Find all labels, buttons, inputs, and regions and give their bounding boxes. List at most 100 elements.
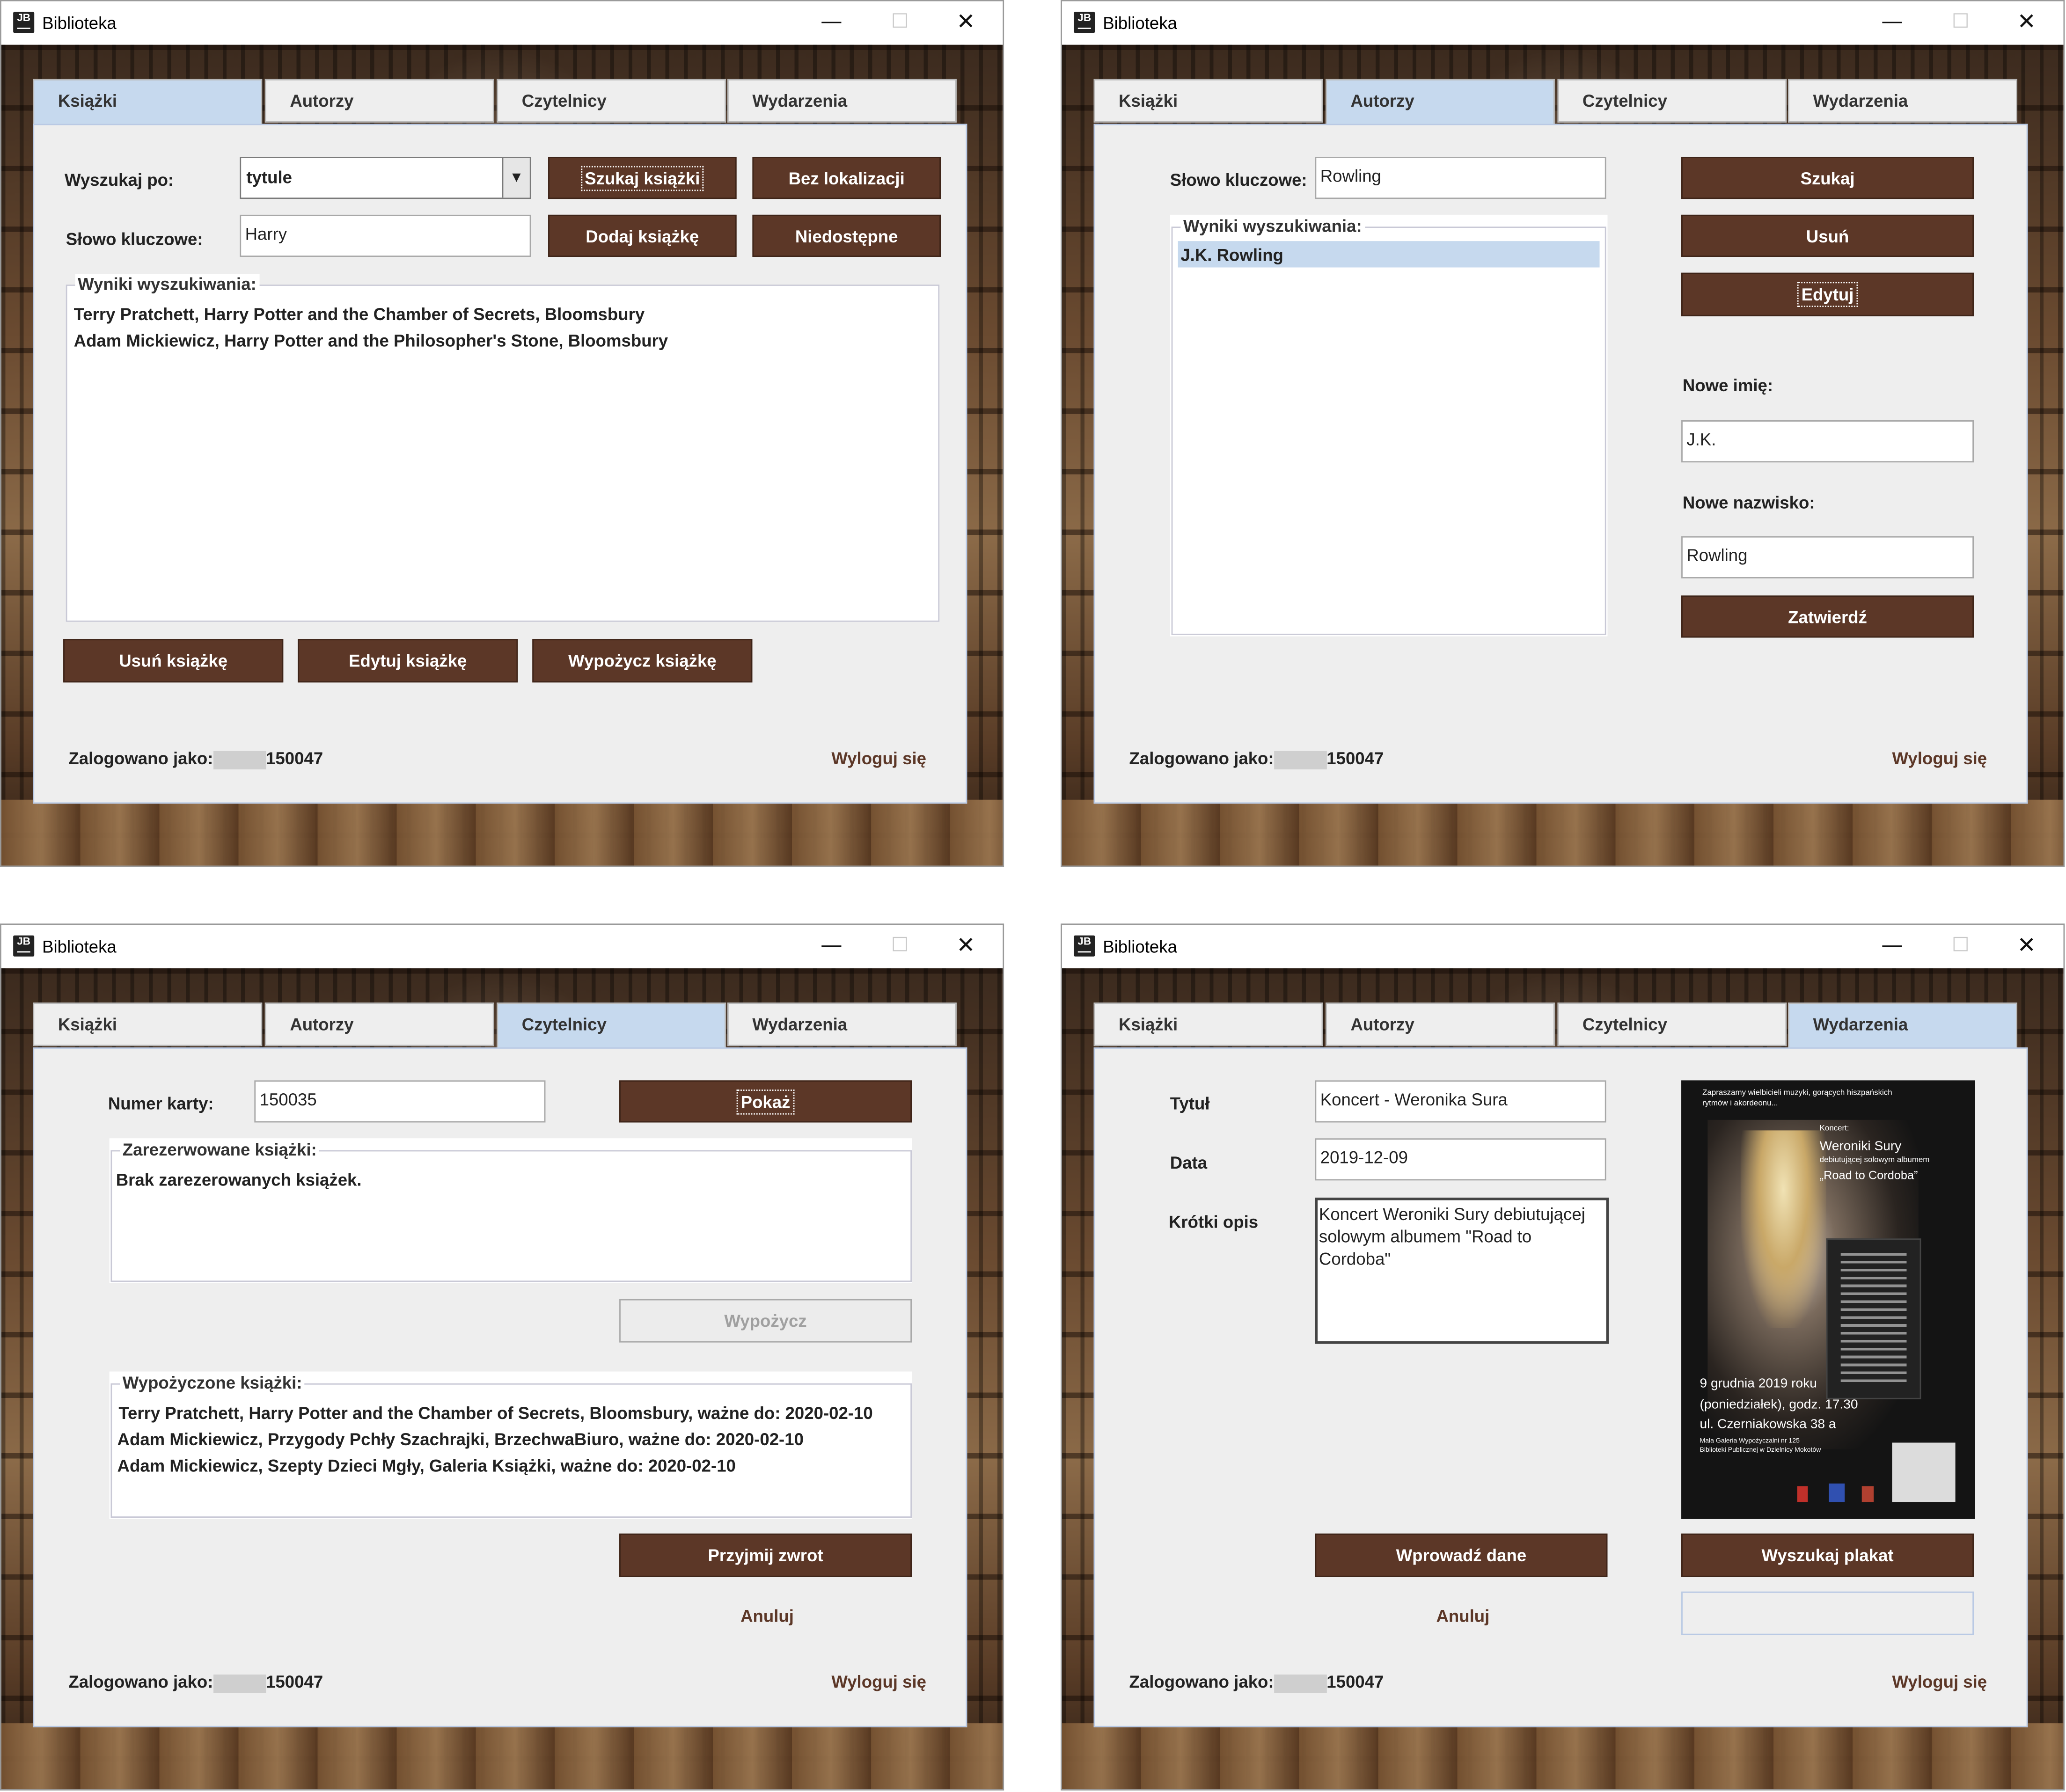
window-title: Biblioteka (1103, 13, 1177, 33)
find-poster-button[interactable]: Wyszukaj plakat (1681, 1533, 1974, 1577)
list-item[interactable]: Adam Mickiewicz, Przygody Pchły Szachraj… (117, 1429, 804, 1449)
poster-venue-line1: Mała Galeria Wypożyczalni nr 125 (1700, 1437, 1800, 1446)
list-item[interactable]: Terry Pratchett, Harry Potter and the Ch… (74, 304, 645, 324)
app-icon: JB (1074, 935, 1095, 957)
borrowed-title: Wypożyczone książki: (120, 1373, 305, 1393)
tab-readers[interactable]: Czytelnicy (1557, 79, 1787, 123)
title-bar[interactable]: JB Biblioteka — ☐ ✕ (1, 1, 1003, 45)
borrow-button[interactable]: Wypożycz (619, 1299, 912, 1343)
minimize-icon[interactable]: — (1862, 7, 1922, 38)
logged-in-status: Zalogowano jako: 150047 (68, 1672, 323, 1693)
window-title: Biblioteka (42, 13, 117, 33)
poster-artist: Weroniki Sury (1819, 1140, 1902, 1155)
list-item: Brak zarezerowanych książek. (116, 1170, 362, 1190)
masked-username (1274, 1674, 1327, 1693)
keyword-input[interactable]: Rowling (1315, 156, 1606, 199)
minimize-icon[interactable]: — (1862, 930, 1922, 962)
close-icon[interactable]: ✕ (1996, 930, 2057, 962)
title-bar[interactable]: JB Biblioteka — ☐ ✕ (1062, 925, 2064, 969)
new-last-name-input[interactable]: Rowling (1681, 536, 1974, 578)
app-icon: JB (13, 935, 35, 957)
borrowed-books-list[interactable]: Wypożyczone książki: Terry Pratchett, Ha… (110, 1373, 912, 1518)
tab-authors[interactable]: Autorzy (264, 1002, 494, 1046)
logged-in-status: Zalogowano jako: 150047 (68, 748, 323, 769)
tab-readers[interactable]: Czytelnicy (1557, 1002, 1787, 1046)
add-book-button[interactable]: Dodaj książkę (548, 214, 737, 257)
tab-authors[interactable]: Autorzy (1325, 79, 1555, 125)
tab-books[interactable]: Książki (33, 1002, 263, 1046)
minimize-icon[interactable]: — (801, 7, 862, 38)
masked-username (1274, 750, 1327, 769)
title-bar[interactable]: JB Biblioteka — ☐ ✕ (1, 925, 1003, 969)
maximize-icon[interactable]: ☐ (1930, 930, 1991, 962)
event-date-label: Data (1170, 1153, 1208, 1173)
event-date-input[interactable]: 2019-12-09 (1315, 1138, 1606, 1181)
tab-events[interactable]: Wydarzenia (1788, 1002, 2017, 1049)
search-book-button[interactable]: Szukaj książki (548, 156, 737, 199)
title-bar[interactable]: JB Biblioteka — ☐ ✕ (1062, 1, 2064, 45)
user-id: 150047 (1326, 1672, 1384, 1692)
close-icon[interactable]: ✕ (936, 930, 996, 962)
tab-authors[interactable]: Autorzy (264, 79, 494, 123)
list-item[interactable]: Adam Mickiewicz, Harry Potter and the Ph… (74, 331, 668, 351)
list-item-selected[interactable]: J.K. Rowling (1178, 241, 1600, 268)
minimize-icon[interactable]: — (801, 930, 862, 962)
search-results-list[interactable]: Wyniki wyszukiwania: Terry Pratchett, Ha… (66, 274, 940, 622)
chevron-down-icon[interactable]: ▼ (502, 158, 530, 198)
confirm-button[interactable]: Zatwierdź (1681, 595, 1974, 638)
tab-events[interactable]: Wydarzenia (727, 1002, 957, 1046)
search-results-list[interactable]: Wyniki wyszukiwania: J.K. Rowling (1171, 216, 1606, 635)
show-button[interactable]: Pokaż (619, 1080, 912, 1123)
search-by-select[interactable]: tytule ▼ (240, 156, 531, 199)
masked-username (213, 1674, 266, 1693)
logout-link[interactable]: Wyloguj się (1892, 748, 1987, 768)
borrow-book-button[interactable]: Wypożycz książkę (532, 639, 753, 683)
logout-link[interactable]: Wyloguj się (831, 1672, 926, 1691)
keyword-input[interactable]: Harry (240, 214, 531, 257)
keyword-label: Słowo kluczowe: (66, 229, 203, 249)
tab-readers[interactable]: Czytelnicy (497, 79, 726, 123)
poster-intro: Zapraszamy wielbicieli muzyki, gorących … (1702, 1090, 1892, 1108)
accept-return-button[interactable]: Przyjmij zwrot (619, 1533, 912, 1577)
poster-debut: debiutującej solowym albumem (1819, 1156, 1930, 1165)
maximize-icon[interactable]: ☐ (870, 7, 930, 38)
delete-book-button[interactable]: Usuń książkę (63, 639, 284, 683)
new-first-name-input[interactable]: J.K. (1681, 420, 1974, 463)
event-title-input[interactable]: Koncert - Weronika Sura (1315, 1080, 1606, 1123)
event-description-textarea[interactable]: Koncert Weroniki Sury debiutującej solow… (1315, 1197, 1609, 1344)
no-location-button[interactable]: Bez lokalizacji (752, 156, 941, 199)
tab-books[interactable]: Książki (1093, 79, 1323, 123)
maximize-icon[interactable]: ☐ (1930, 7, 1991, 38)
tab-events[interactable]: Wydarzenia (727, 79, 957, 123)
tab-bar: Książki Autorzy Czytelnicy Wydarzenia (1093, 79, 2029, 125)
poster-path-field[interactable] (1681, 1591, 1974, 1635)
user-id: 150047 (1326, 748, 1384, 768)
tab-books[interactable]: Książki (33, 79, 263, 125)
maximize-icon[interactable]: ☐ (870, 930, 930, 962)
logged-in-status: Zalogowano jako: 150047 (1129, 748, 1384, 769)
sponsor-logo (1797, 1486, 1808, 1502)
unavailable-button[interactable]: Niedostępne (752, 214, 941, 257)
submit-button[interactable]: Wprowadź dane (1315, 1533, 1608, 1577)
edit-book-button[interactable]: Edytuj książkę (298, 639, 518, 683)
logout-link[interactable]: Wyloguj się (1892, 1672, 1987, 1691)
list-item[interactable]: Terry Pratchett, Harry Potter and the Ch… (118, 1403, 872, 1423)
close-icon[interactable]: ✕ (936, 7, 996, 38)
close-icon[interactable]: ✕ (1996, 7, 2057, 38)
tab-books[interactable]: Książki (1093, 1002, 1323, 1046)
logout-link[interactable]: Wyloguj się (831, 748, 926, 768)
list-item[interactable]: Adam Mickiewicz, Szepty Dzieci Mgły, Gal… (117, 1456, 736, 1476)
edit-button[interactable]: Edytuj (1681, 272, 1974, 316)
tab-readers[interactable]: Czytelnicy (497, 1002, 726, 1049)
card-number-input[interactable]: 150035 (254, 1080, 546, 1123)
books-panel: Wyszukaj po: tytule ▼ Szukaj książki Bez… (33, 124, 967, 804)
cancel-link[interactable]: Anuluj (740, 1606, 794, 1626)
cancel-link[interactable]: Anuluj (1436, 1606, 1489, 1626)
window-title: Biblioteka (1103, 936, 1177, 957)
delete-button[interactable]: Usuń (1681, 214, 1974, 257)
poster-time: (poniedziałek), godz. 17.30 (1700, 1397, 1858, 1412)
search-button[interactable]: Szukaj (1681, 156, 1974, 199)
reserved-books-list[interactable]: Zarezerwowane książki: Brak zarezerowany… (110, 1140, 912, 1282)
tab-authors[interactable]: Autorzy (1325, 1002, 1555, 1046)
tab-events[interactable]: Wydarzenia (1788, 79, 2017, 123)
